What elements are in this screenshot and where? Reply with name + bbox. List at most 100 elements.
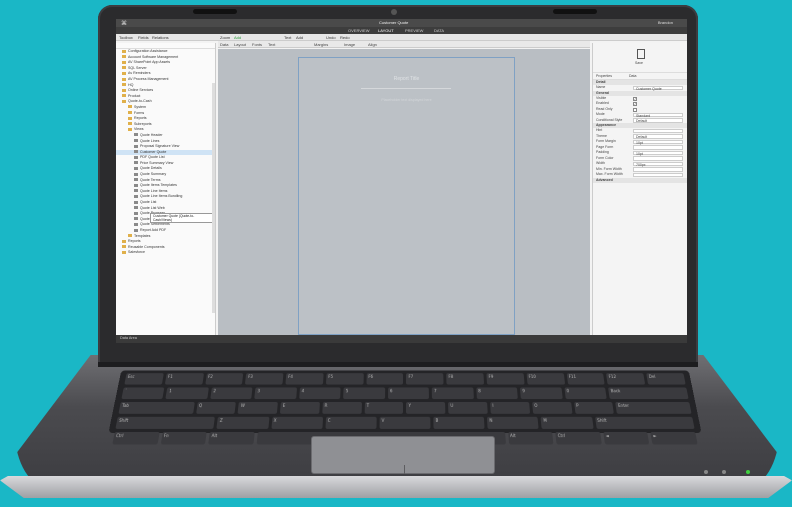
tree-item-label: AV SharePoint App Assets (128, 60, 171, 65)
layout-button[interactable]: Layout (234, 42, 246, 47)
tab-data[interactable]: DATA (434, 28, 444, 33)
report-subtitle[interactable]: Placeholder text displayed here (299, 98, 514, 102)
title-divider (361, 88, 451, 89)
file-icon (134, 228, 138, 232)
tree-item-label: Proposal Signature View (140, 144, 180, 149)
tree-items: Configuration Assistance Account Software… (116, 49, 215, 256)
margins-button[interactable]: Margins (314, 42, 328, 47)
file-icon (134, 139, 138, 143)
tree-item-label: Quote Lines (140, 138, 160, 143)
indicator-light (722, 470, 726, 474)
trackpad (311, 436, 495, 474)
property-label: Form Margin (596, 139, 616, 143)
folder-icon (128, 105, 132, 109)
fields-tab[interactable]: Fields (138, 35, 149, 40)
save-icon[interactable] (637, 49, 645, 59)
tree-item-label: Salesforce (128, 250, 145, 255)
tree-item-label: Price Summary View (140, 160, 174, 165)
indicator-light (704, 470, 708, 474)
add-button[interactable]: Add (234, 35, 241, 40)
property-value-field[interactable]: Customer Quote (633, 85, 683, 91)
property-label: Name (596, 85, 606, 89)
folder-icon (128, 234, 132, 238)
file-icon (134, 161, 138, 165)
property-label: Enabled (596, 101, 609, 105)
align-button[interactable]: Align (368, 42, 377, 47)
property-value-field[interactable]: Default (633, 118, 683, 123)
property-checkbox[interactable]: ✓ (633, 102, 637, 106)
tree-item-label: Quote List (140, 200, 157, 205)
design-canvas[interactable]: Report Title Placeholder text displayed … (218, 49, 590, 335)
property-label: Visible (596, 95, 607, 100)
tab-preview[interactable]: PREVIEW (405, 28, 423, 33)
file-icon (134, 211, 138, 215)
tree-item-label: Quote Line Items Bundling (140, 194, 183, 199)
user-name[interactable]: Brandon (658, 20, 673, 25)
property-value-field[interactable]: 700px (633, 161, 683, 167)
folder-icon (128, 116, 132, 120)
folder-icon (122, 99, 126, 103)
image-button[interactable]: Image (344, 42, 355, 47)
report-page[interactable]: Report Title Placeholder text displayed … (298, 57, 515, 335)
file-icon (134, 183, 138, 187)
property-value-field[interactable] (633, 167, 683, 172)
project-tree: Configuration Assistance Account Software… (116, 43, 216, 335)
property-label: Conditional Style (596, 117, 623, 122)
property-value-field[interactable]: 10pt (633, 139, 683, 145)
tree-item-label: Online Services (128, 88, 154, 93)
title-bar: ⌘ Customer Quote Brandon (116, 19, 687, 27)
tree-item-label: Quote List Web (140, 205, 165, 210)
text-format-button[interactable]: Text (268, 42, 275, 47)
redo-button[interactable]: Redo (340, 35, 350, 40)
folder-icon (128, 122, 132, 126)
property-label: Mode (596, 112, 605, 116)
add-text-button[interactable]: Add (296, 35, 303, 40)
property-value-field[interactable]: Default (633, 134, 683, 139)
folder-icon (122, 83, 126, 87)
zoom-button[interactable]: Zoom (220, 35, 230, 40)
data-button[interactable]: Data (220, 42, 228, 47)
laptop-base-edge (0, 476, 792, 498)
tree-scrollbar[interactable] (212, 83, 215, 313)
tree-item[interactable]: Salesforce (116, 250, 215, 256)
folder-icon (122, 55, 126, 59)
relations-tab[interactable]: Relations (152, 35, 169, 40)
tab-layout[interactable]: LAYOUT (378, 28, 394, 33)
property-sections: Detail Name Customer Quote General Visible ✓ E… (593, 80, 687, 183)
property-checkbox[interactable] (633, 107, 637, 112)
property-checkbox[interactable]: ✓ (633, 96, 637, 101)
toolbox-tab[interactable]: Toolbox (119, 35, 133, 40)
tree-item-label: Reports (134, 116, 147, 121)
property-value-field[interactable]: Standard (633, 112, 683, 118)
folder-icon (122, 88, 126, 92)
tree-item-label: SQL Server (128, 65, 147, 70)
file-icon (134, 189, 138, 193)
file-icon (134, 150, 138, 154)
tree-item-label: Report Add PDF (140, 228, 167, 232)
tree-item-label: Reusable Components (128, 244, 165, 249)
property-row: Max. Form Width (593, 172, 687, 178)
tab-overview[interactable]: OVERVIEW (348, 28, 370, 33)
fonts-button[interactable]: Fonts (252, 42, 262, 47)
tab-props-data[interactable]: Data (629, 74, 636, 78)
folder-icon (122, 66, 126, 70)
properties-panel: Save Properties Data Detail Name Customer … (592, 43, 687, 335)
properties-tabs: Properties Data (593, 73, 687, 80)
property-value-field[interactable]: 10pt (633, 150, 683, 156)
save-label[interactable]: Save (635, 61, 643, 65)
status-bar: Data Area (116, 335, 687, 343)
folder-icon (122, 94, 126, 98)
property-value-field[interactable] (633, 145, 683, 150)
text-button[interactable]: Text (284, 35, 291, 40)
property-value-field[interactable] (633, 156, 683, 161)
folder-icon (128, 111, 132, 115)
tree-item-label: Account Software Management (128, 54, 179, 59)
property-section-header[interactable]: Advanced (593, 177, 687, 183)
report-title[interactable]: Report Title (299, 76, 514, 82)
undo-button[interactable]: Undo (326, 35, 336, 40)
file-icon (134, 144, 138, 148)
tab-properties[interactable]: Properties (596, 74, 612, 78)
property-value-field[interactable] (633, 128, 683, 133)
file-icon (134, 178, 138, 182)
property-value-field[interactable] (633, 172, 683, 177)
